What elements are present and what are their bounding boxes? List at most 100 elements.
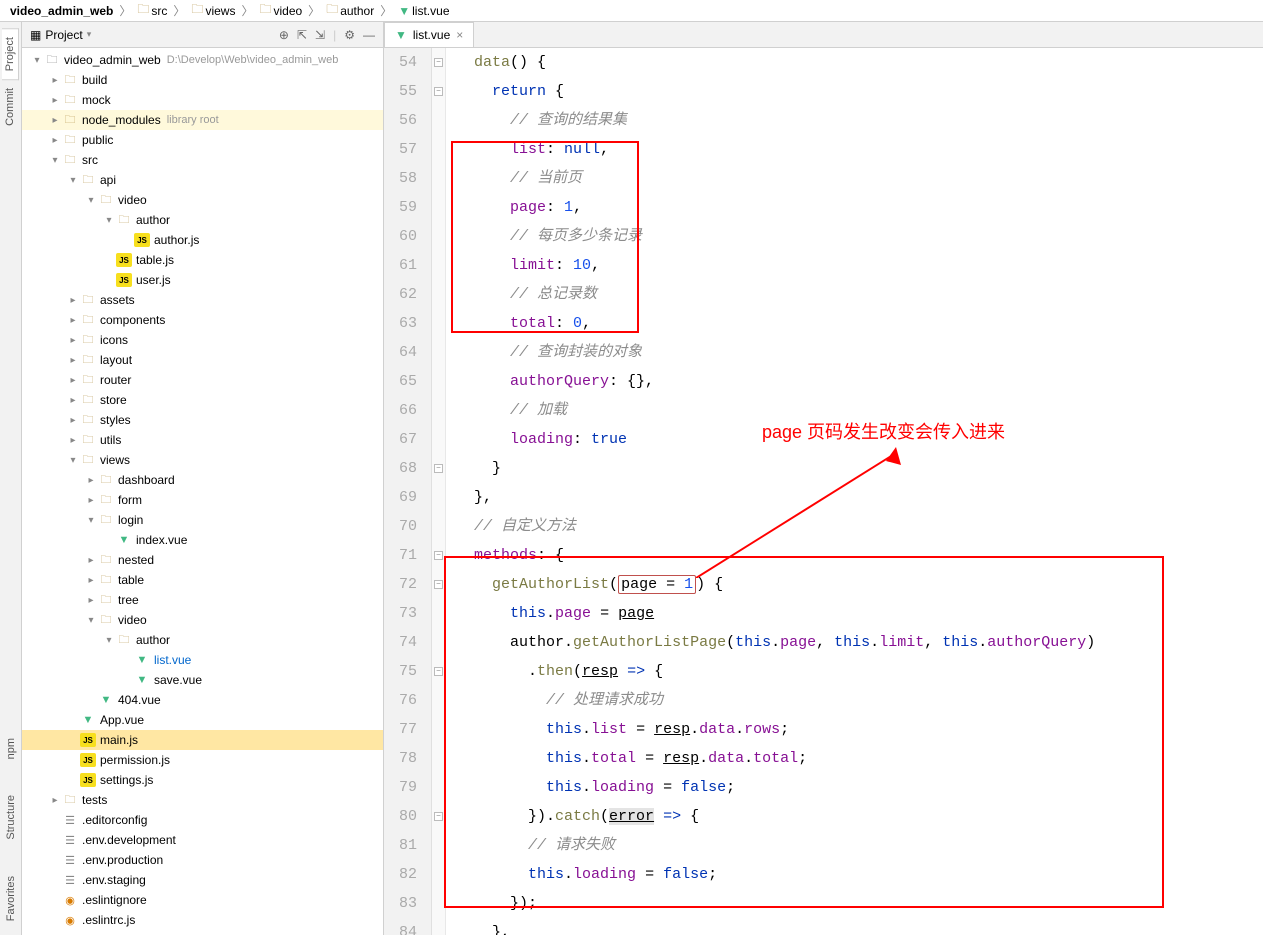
tree-arrow-icon[interactable] <box>66 395 80 406</box>
breadcrumb-item[interactable]: 🗀src <box>135 0 169 21</box>
tree-folder[interactable]: 🗀public <box>22 130 383 150</box>
tree-folder[interactable]: 🗀video <box>22 610 383 630</box>
tree-arrow-icon[interactable] <box>48 95 62 106</box>
tree-folder[interactable]: 🗀icons <box>22 330 383 350</box>
fold-toggle-icon[interactable]: − <box>434 464 443 473</box>
fold-toggle-icon[interactable]: − <box>434 58 443 67</box>
tree-folder[interactable]: 🗀assets <box>22 290 383 310</box>
tree-arrow-icon[interactable] <box>66 295 80 306</box>
tree-file[interactable]: ☰.env.staging <box>22 870 383 890</box>
expand-icon[interactable]: ⇱ <box>297 28 307 42</box>
tree-arrow-icon[interactable] <box>84 595 98 606</box>
tree-arrow-icon[interactable] <box>48 135 62 146</box>
fold-toggle-icon[interactable]: − <box>434 667 443 676</box>
fold-toggle-icon[interactable]: − <box>434 580 443 589</box>
tree-arrow-icon[interactable] <box>102 215 116 226</box>
tree-arrow-icon[interactable] <box>102 635 116 646</box>
collapse-icon[interactable]: ⇲ <box>315 28 325 42</box>
code-line[interactable]: list: null, <box>474 135 1263 164</box>
tree-folder[interactable]: 🗀video_admin_webD:\Develop\Web\video_adm… <box>22 50 383 70</box>
tree-file[interactable]: ◉.eslintrc.js <box>22 910 383 930</box>
tree-folder[interactable]: 🗀login <box>22 510 383 530</box>
tree-arrow-icon[interactable] <box>66 315 80 326</box>
tree-arrow-icon[interactable] <box>84 515 98 526</box>
tree-file[interactable]: ▼App.vue <box>22 710 383 730</box>
tree-folder[interactable]: 🗀node_moduleslibrary root <box>22 110 383 130</box>
tree-arrow-icon[interactable] <box>48 75 62 86</box>
code-line[interactable]: }, <box>474 483 1263 512</box>
tree-file[interactable]: JSauthor.js <box>22 230 383 250</box>
tree-file[interactable]: ▼404.vue <box>22 690 383 710</box>
tool-tab-favorites[interactable]: Favorites <box>3 868 19 929</box>
tool-tab-npm[interactable]: npm <box>3 730 19 767</box>
code-line[interactable]: this.total = resp.data.total; <box>474 744 1263 773</box>
tree-folder[interactable]: 🗀video <box>22 190 383 210</box>
code-line[interactable]: this.page = page <box>474 599 1263 628</box>
code-line[interactable]: total: 0, <box>474 309 1263 338</box>
tree-file[interactable]: JSsettings.js <box>22 770 383 790</box>
tree-arrow-icon[interactable] <box>84 475 98 486</box>
tree-folder[interactable]: 🗀tests <box>22 790 383 810</box>
code-line[interactable]: }).catch(error => { <box>474 802 1263 831</box>
tree-arrow-icon[interactable] <box>84 555 98 566</box>
editor-tab-listvue[interactable]: ▼ list.vue × <box>384 22 474 47</box>
code-line[interactable]: methods: { <box>474 541 1263 570</box>
fold-toggle-icon[interactable]: − <box>434 812 443 821</box>
project-title[interactable]: Project <box>45 28 82 42</box>
code-line[interactable]: } <box>474 454 1263 483</box>
tree-folder[interactable]: 🗀components <box>22 310 383 330</box>
locate-icon[interactable]: ⊕ <box>279 28 289 42</box>
code-area[interactable]: data() { return { // 查询的结果集 list: null, … <box>446 48 1263 935</box>
code-line[interactable]: // 处理请求成功 <box>474 686 1263 715</box>
code-line[interactable]: data() { <box>474 48 1263 77</box>
tree-folder[interactable]: 🗀author <box>22 630 383 650</box>
code-line[interactable]: // 自定义方法 <box>474 512 1263 541</box>
code-line[interactable]: authorQuery: {}, <box>474 367 1263 396</box>
code-line[interactable]: getAuthorList(page = 1) { <box>474 570 1263 599</box>
tree-folder[interactable]: 🗀utils <box>22 430 383 450</box>
code-line[interactable]: loading: true <box>474 425 1263 454</box>
tool-tab-commit[interactable]: Commit <box>2 80 18 134</box>
code-line[interactable]: // 当前页 <box>474 164 1263 193</box>
tree-arrow-icon[interactable] <box>66 375 80 386</box>
tree-file[interactable]: ☰.env.development <box>22 830 383 850</box>
breadcrumb-item[interactable]: 🗀video <box>257 0 304 21</box>
code-line[interactable]: // 每页多少条记录 <box>474 222 1263 251</box>
fold-toggle-icon[interactable]: − <box>434 87 443 96</box>
tree-file[interactable]: ▼index.vue <box>22 530 383 550</box>
tree-arrow-icon[interactable] <box>48 795 62 806</box>
tool-tab-project[interactable]: Project <box>2 28 19 80</box>
tree-file[interactable]: ☰.editorconfig <box>22 810 383 830</box>
code-line[interactable]: }); <box>474 889 1263 918</box>
breadcrumb-item[interactable]: 🗀views <box>189 0 237 21</box>
tree-folder[interactable]: 🗀tree <box>22 590 383 610</box>
tree-file[interactable]: ☰.env.production <box>22 850 383 870</box>
tree-folder[interactable]: 🗀styles <box>22 410 383 430</box>
tree-folder[interactable]: 🗀router <box>22 370 383 390</box>
code-line[interactable]: this.loading = false; <box>474 773 1263 802</box>
breadcrumb-item[interactable]: 🗀author <box>324 0 376 21</box>
tree-folder[interactable]: 🗀views <box>22 450 383 470</box>
tree-folder[interactable]: 🗀mock <box>22 90 383 110</box>
tree-folder[interactable]: 🗀store <box>22 390 383 410</box>
project-tree[interactable]: 🗀video_admin_webD:\Develop\Web\video_adm… <box>22 48 383 935</box>
tree-file[interactable]: ▼save.vue <box>22 670 383 690</box>
tree-folder[interactable]: 🗀nested <box>22 550 383 570</box>
tree-folder[interactable]: 🗀src <box>22 150 383 170</box>
code-line[interactable]: return { <box>474 77 1263 106</box>
tree-arrow-icon[interactable] <box>30 55 44 66</box>
tree-file[interactable]: JSpermission.js <box>22 750 383 770</box>
code-line[interactable]: page: 1, <box>474 193 1263 222</box>
code-line[interactable]: // 总记录数 <box>474 280 1263 309</box>
tree-arrow-icon[interactable] <box>66 435 80 446</box>
code-line[interactable]: // 查询的结果集 <box>474 106 1263 135</box>
tree-file[interactable]: JSmain.js <box>22 730 383 750</box>
tree-folder[interactable]: 🗀dashboard <box>22 470 383 490</box>
code-line[interactable]: // 请求失败 <box>474 831 1263 860</box>
tree-arrow-icon[interactable] <box>84 195 98 206</box>
tool-tab-structure[interactable]: Structure <box>3 787 19 848</box>
tree-arrow-icon[interactable] <box>66 415 80 426</box>
code-line[interactable]: .then(resp => { <box>474 657 1263 686</box>
code-line[interactable]: // 查询封装的对象 <box>474 338 1263 367</box>
tree-arrow-icon[interactable] <box>48 155 62 166</box>
